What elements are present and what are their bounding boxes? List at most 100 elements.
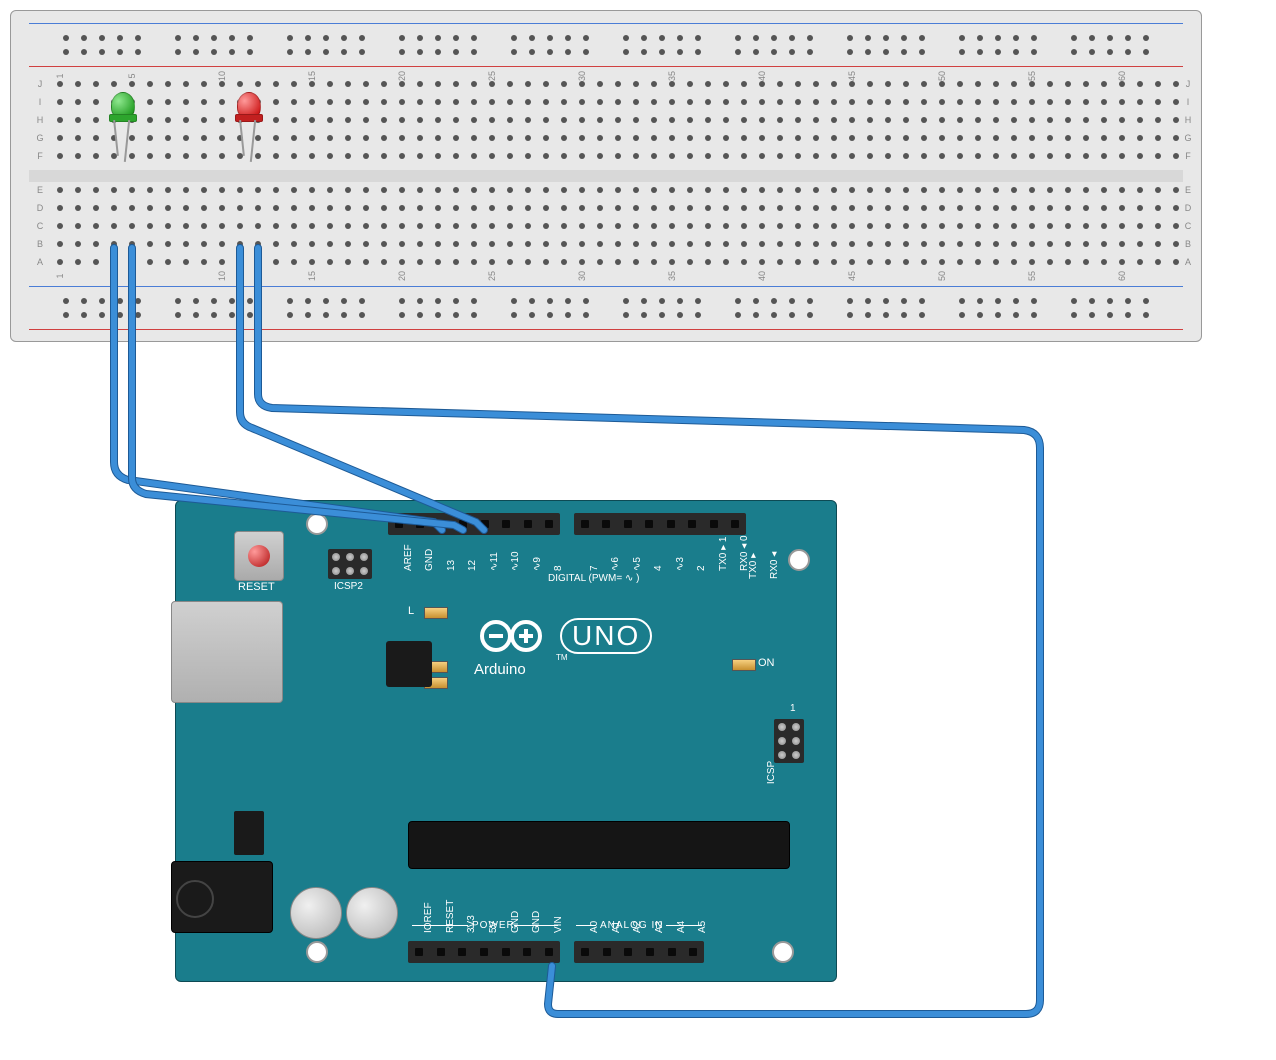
header-pin[interactable] xyxy=(437,948,445,956)
header-pin[interactable] xyxy=(624,948,632,956)
pin-hole xyxy=(847,49,853,55)
header-pin[interactable] xyxy=(667,520,675,528)
pin-hole xyxy=(865,49,871,55)
pin-hole xyxy=(327,117,333,123)
pin-hole xyxy=(651,99,657,105)
header-pin[interactable] xyxy=(688,520,696,528)
header-pin[interactable] xyxy=(581,520,589,528)
pin-hole xyxy=(659,298,665,304)
pin-hole xyxy=(327,223,333,229)
header-pin[interactable] xyxy=(524,520,532,528)
reset-button[interactable] xyxy=(234,531,284,581)
breadboard: 1155101015152020252530303535404045455050… xyxy=(10,10,1202,342)
pin-hole xyxy=(975,187,981,193)
header-pin[interactable] xyxy=(502,520,510,528)
pin-hole xyxy=(345,81,351,87)
pin-hole xyxy=(345,223,351,229)
pin-hole xyxy=(867,241,873,247)
pin-hole xyxy=(435,99,441,105)
header-pin[interactable] xyxy=(416,520,424,528)
pin-hole xyxy=(771,312,777,318)
pin-hole xyxy=(777,81,783,87)
pin-hole xyxy=(777,99,783,105)
pin-hole xyxy=(219,153,225,159)
pin-label: ∿3 xyxy=(675,557,686,571)
pin-hole xyxy=(309,135,315,141)
pin-hole xyxy=(807,312,813,318)
pin-hole xyxy=(1029,135,1035,141)
pin-hole xyxy=(705,81,711,87)
pin-hole xyxy=(547,298,553,304)
pin-hole xyxy=(789,35,795,41)
pin-hole xyxy=(193,312,199,318)
pin-hole xyxy=(363,223,369,229)
pin-hole xyxy=(1173,81,1179,87)
header-pin[interactable] xyxy=(545,948,553,956)
header-pin[interactable] xyxy=(438,520,446,528)
col-label: 20 xyxy=(397,269,407,283)
pin-hole xyxy=(561,81,567,87)
header-pin[interactable] xyxy=(731,520,739,528)
pin-hole xyxy=(165,223,171,229)
pin-hole xyxy=(111,81,117,87)
pin-hole xyxy=(435,259,441,265)
header-pin[interactable] xyxy=(710,520,718,528)
header-pin[interactable] xyxy=(581,948,589,956)
pin-hole xyxy=(1155,223,1161,229)
pin-hole xyxy=(417,35,423,41)
pin-hole xyxy=(291,135,297,141)
header-pin[interactable] xyxy=(646,948,654,956)
pin-hole xyxy=(687,135,693,141)
pin-hole xyxy=(641,49,647,55)
pin-hole xyxy=(741,259,747,265)
header-pin[interactable] xyxy=(459,520,467,528)
pin-hole xyxy=(75,81,81,87)
pin-hole xyxy=(651,205,657,211)
pin-hole xyxy=(1065,241,1071,247)
header-pin[interactable] xyxy=(645,520,653,528)
pin-hole xyxy=(977,312,983,318)
header-pin[interactable] xyxy=(668,948,676,956)
header-pin[interactable] xyxy=(603,948,611,956)
pin-hole xyxy=(975,223,981,229)
header-pin[interactable] xyxy=(689,948,697,956)
pin-hole xyxy=(1101,241,1107,247)
pin-hole xyxy=(1173,117,1179,123)
row-label: E xyxy=(1183,185,1193,195)
pin-hole xyxy=(921,117,927,123)
pin-hole xyxy=(795,259,801,265)
header-pin[interactable] xyxy=(395,520,403,528)
pin-hole xyxy=(327,241,333,247)
pin-hole xyxy=(959,35,965,41)
header-pin[interactable] xyxy=(545,520,553,528)
header-pin[interactable] xyxy=(624,520,632,528)
pin-hole xyxy=(453,49,459,55)
header-pin[interactable] xyxy=(458,948,466,956)
header-pin[interactable] xyxy=(415,948,423,956)
pin-hole xyxy=(993,205,999,211)
pin-hole xyxy=(561,241,567,247)
pin-hole xyxy=(489,259,495,265)
pin-hole xyxy=(695,35,701,41)
pin-hole xyxy=(1065,205,1071,211)
header-pin[interactable] xyxy=(480,948,488,956)
pin-hole xyxy=(847,312,853,318)
pin-hole xyxy=(1155,205,1161,211)
pin-hole xyxy=(1119,187,1125,193)
header-pin[interactable] xyxy=(602,520,610,528)
pin-hole xyxy=(219,99,225,105)
pin-hole xyxy=(435,135,441,141)
header-pin[interactable] xyxy=(523,948,531,956)
header-pin[interactable] xyxy=(502,948,510,956)
pin-hole xyxy=(995,312,1001,318)
pin-hole xyxy=(471,205,477,211)
pin-hole xyxy=(615,187,621,193)
pin-hole xyxy=(453,135,459,141)
pin-hole xyxy=(75,259,81,265)
pin-hole xyxy=(255,187,261,193)
pin-hole xyxy=(1173,241,1179,247)
pin-hole xyxy=(529,49,535,55)
header-pin[interactable] xyxy=(481,520,489,528)
pin-hole xyxy=(345,241,351,247)
col-label: 25 xyxy=(487,269,497,283)
